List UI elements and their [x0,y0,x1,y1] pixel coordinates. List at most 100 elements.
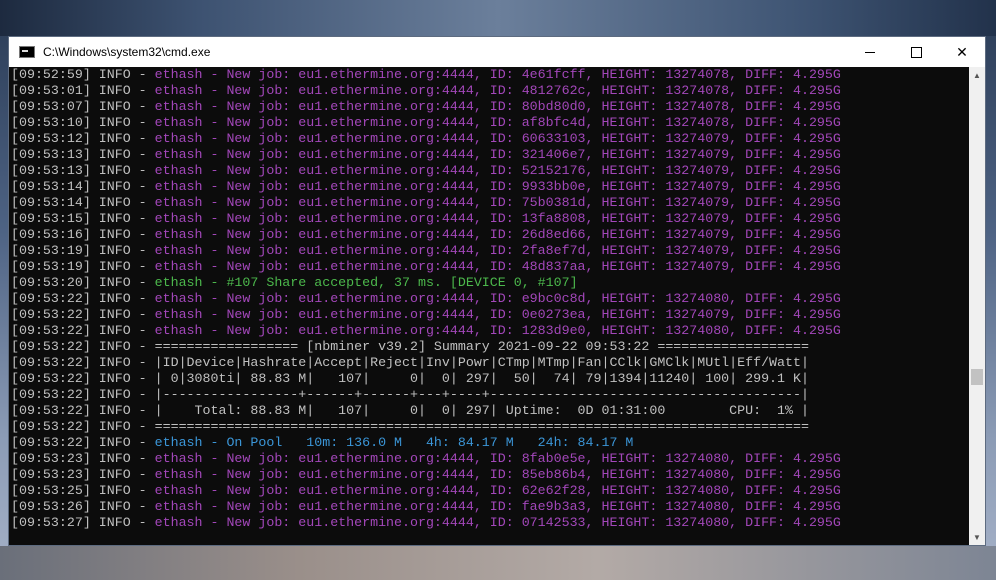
cmd-app-icon[interactable] [19,46,35,58]
log-prefix: [09:53:22] INFO - [11,403,155,418]
console-line: [09:53:15] INFO - ethash - New job: eu1.… [9,211,969,227]
scroll-up-arrow-icon[interactable]: ▲ [969,67,985,83]
console-line: [09:53:22] INFO - ======================… [9,419,969,435]
log-message: ethash - New job: eu1.ethermine.org:4444… [154,451,841,466]
log-prefix: [09:53:22] INFO - [11,307,155,322]
log-message: ethash - New job: eu1.ethermine.org:4444… [154,115,841,130]
log-prefix: [09:53:19] INFO - [11,259,155,274]
console-line: [09:53:22] INFO - | 0|3080ti| 88.83 M| 1… [9,371,969,387]
log-message: ethash - New job: eu1.ethermine.org:4444… [154,291,841,306]
console-line: [09:53:23] INFO - ethash - New job: eu1.… [9,467,969,483]
log-message: ethash - New job: eu1.ethermine.org:4444… [154,163,841,178]
desktop-background-bottom [0,546,996,580]
minimize-icon [865,51,875,53]
console-line: [09:53:22] INFO - |-----------------+---… [9,387,969,403]
console-line: [09:53:22] INFO - |ID|Device|Hashrate|Ac… [9,355,969,371]
close-icon: ✕ [956,43,968,60]
console-line: [09:53:14] INFO - ethash - New job: eu1.… [9,179,969,195]
log-message: ethash - New job: eu1.ethermine.org:4444… [154,67,841,82]
log-prefix: [09:53:22] INFO - [11,323,155,338]
log-message: ethash - New job: eu1.ethermine.org:4444… [154,243,841,258]
log-message: ethash - New job: eu1.ethermine.org:4444… [154,467,841,482]
console-line: [09:53:14] INFO - ethash - New job: eu1.… [9,195,969,211]
log-message: ethash - New job: eu1.ethermine.org:4444… [154,131,841,146]
log-message: ethash - New job: eu1.ethermine.org:4444… [154,515,841,530]
maximize-icon [910,46,922,58]
console-line: [09:53:22] INFO - ethash - On Pool 10m: … [9,435,969,451]
log-message: ethash - New job: eu1.ethermine.org:4444… [154,499,841,514]
log-prefix: [09:53:22] INFO - [11,387,155,402]
log-message: ================== [nbminer v39.2] Summa… [154,339,809,354]
log-prefix: [09:53:26] INFO - [11,499,155,514]
log-message: ethash - New job: eu1.ethermine.org:4444… [154,83,841,98]
maximize-button[interactable] [893,37,939,67]
close-button[interactable]: ✕ [939,37,985,67]
console-line: [09:53:26] INFO - ethash - New job: eu1.… [9,499,969,515]
log-message: |-----------------+------+------+---+---… [154,387,809,402]
log-message: ethash - New job: eu1.ethermine.org:4444… [154,227,841,242]
log-prefix: [09:52:59] INFO - [11,67,155,82]
console-line: [09:53:07] INFO - ethash - New job: eu1.… [9,99,969,115]
log-prefix: [09:53:01] INFO - [11,83,155,98]
log-prefix: [09:53:22] INFO - [11,291,155,306]
console-line: [09:53:01] INFO - ethash - New job: eu1.… [9,83,969,99]
log-prefix: [09:53:12] INFO - [11,131,155,146]
log-prefix: [09:53:22] INFO - [11,371,155,386]
log-message: | Total: 88.83 M| 107| 0| 0| 297| Uptime… [154,403,809,418]
log-message: ethash - New job: eu1.ethermine.org:4444… [154,211,841,226]
console-line: [09:53:13] INFO - ethash - New job: eu1.… [9,163,969,179]
log-message: ethash - #107 Share accepted, 37 ms. [DE… [154,275,578,290]
log-message: ethash - New job: eu1.ethermine.org:4444… [154,179,841,194]
log-message: ethash - New job: eu1.ethermine.org:4444… [154,147,841,162]
log-message: ethash - On Pool 10m: 136.0 M 4h: 84.17 … [154,435,634,450]
log-prefix: [09:53:10] INFO - [11,115,155,130]
scroll-down-arrow-icon[interactable]: ▼ [969,529,985,545]
console-line: [09:53:10] INFO - ethash - New job: eu1.… [9,115,969,131]
console-line: [09:52:59] INFO - ethash - New job: eu1.… [9,67,969,83]
log-prefix: [09:53:19] INFO - [11,243,155,258]
log-prefix: [09:53:22] INFO - [11,435,155,450]
log-prefix: [09:53:16] INFO - [11,227,155,242]
console-output[interactable]: [09:52:59] INFO - ethash - New job: eu1.… [9,67,969,545]
minimize-button[interactable] [847,37,893,67]
log-message: ethash - New job: eu1.ethermine.org:4444… [154,483,841,498]
log-prefix: [09:53:23] INFO - [11,451,155,466]
log-message: ethash - New job: eu1.ethermine.org:4444… [154,195,841,210]
log-prefix: [09:53:25] INFO - [11,483,155,498]
log-message: ethash - New job: eu1.ethermine.org:4444… [154,307,841,322]
log-prefix: [09:53:13] INFO - [11,147,155,162]
log-message: ========================================… [154,419,809,434]
console-line: [09:53:13] INFO - ethash - New job: eu1.… [9,147,969,163]
scrollbar-thumb[interactable] [971,369,983,385]
cmd-window: C:\Windows\system32\cmd.exe ✕ [09:52:59]… [8,36,986,546]
log-prefix: [09:53:14] INFO - [11,179,155,194]
log-prefix: [09:53:22] INFO - [11,339,155,354]
log-message: ethash - New job: eu1.ethermine.org:4444… [154,99,841,114]
console-line: [09:53:22] INFO - ethash - New job: eu1.… [9,307,969,323]
console-line: [09:53:22] INFO - ================== [nb… [9,339,969,355]
log-message: | 0|3080ti| 88.83 M| 107| 0| 0| 297| 50|… [154,371,809,386]
log-prefix: [09:53:14] INFO - [11,195,155,210]
console-line: [09:53:22] INFO - ethash - New job: eu1.… [9,323,969,339]
desktop-background [0,0,996,36]
console-line: [09:53:27] INFO - ethash - New job: eu1.… [9,515,969,531]
console-line: [09:53:25] INFO - ethash - New job: eu1.… [9,483,969,499]
console-line: [09:53:22] INFO - ethash - New job: eu1.… [9,291,969,307]
log-prefix: [09:53:23] INFO - [11,467,155,482]
log-prefix: [09:53:15] INFO - [11,211,155,226]
console-line: [09:53:20] INFO - ethash - #107 Share ac… [9,275,969,291]
console-line: [09:53:16] INFO - ethash - New job: eu1.… [9,227,969,243]
console-line: [09:53:22] INFO - | Total: 88.83 M| 107|… [9,403,969,419]
log-prefix: [09:53:27] INFO - [11,515,155,530]
vertical-scrollbar[interactable]: ▲ ▼ [969,67,985,545]
log-prefix: [09:53:07] INFO - [11,99,155,114]
console-line: [09:53:19] INFO - ethash - New job: eu1.… [9,259,969,275]
log-prefix: [09:53:22] INFO - [11,355,155,370]
log-message: ethash - New job: eu1.ethermine.org:4444… [154,323,841,338]
log-message: |ID|Device|Hashrate|Accept|Reject|Inv|Po… [154,355,809,370]
title-bar[interactable]: C:\Windows\system32\cmd.exe ✕ [9,37,985,67]
console-line: [09:53:23] INFO - ethash - New job: eu1.… [9,451,969,467]
log-message: ethash - New job: eu1.ethermine.org:4444… [154,259,841,274]
log-prefix: [09:53:13] INFO - [11,163,155,178]
console-line: [09:53:19] INFO - ethash - New job: eu1.… [9,243,969,259]
